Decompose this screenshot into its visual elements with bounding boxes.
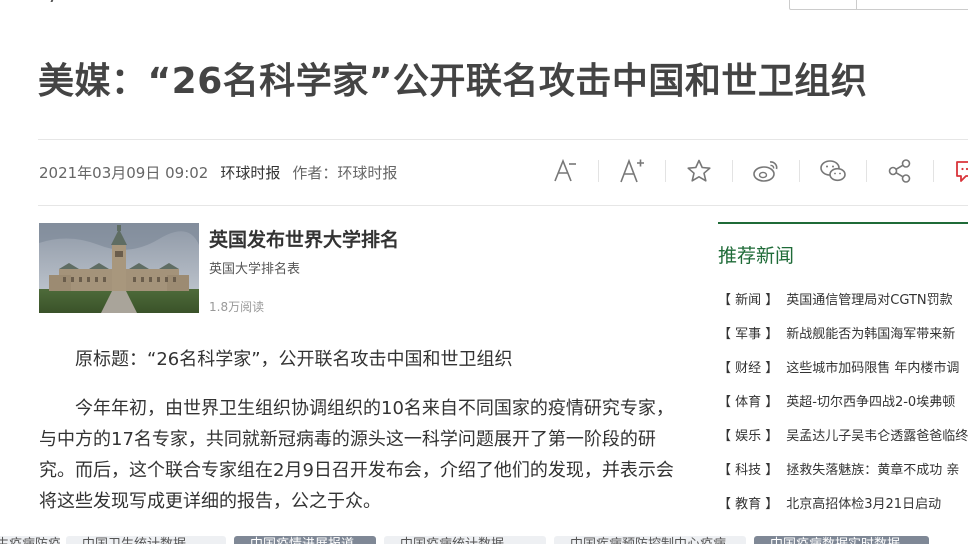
toolbar-separator	[933, 160, 934, 182]
news-title[interactable]: 新战舰能否为韩国海军带来新	[786, 323, 955, 342]
news-category[interactable]: 【 娱乐 】	[718, 425, 778, 444]
recommended-list: 【 新闻 】英国通信管理局对CGTN罚款 【 军事 】新战舰能否为韩国海军带来新…	[718, 281, 968, 519]
list-item[interactable]: 【 教育 】北京高招体检3月21日启动	[718, 485, 968, 519]
share-button[interactable]	[883, 154, 917, 188]
news-category[interactable]: 【 科技 】	[718, 459, 778, 478]
related-tag[interactable]: 中国疾病预防控制中心疫病	[554, 536, 746, 544]
related-tag[interactable]: 中国卫生统计数据	[66, 536, 226, 544]
toolbar-separator	[665, 160, 666, 182]
news-category[interactable]: 【 体育 】	[718, 391, 778, 410]
list-item[interactable]: 【 体育 】英超-切尔西争四战2-0埃弗顿	[718, 383, 968, 417]
top-logo-fragment	[50, 0, 60, 2]
wechat-share-button[interactable]	[816, 154, 850, 188]
font-decrease-icon	[554, 158, 576, 182]
news-category[interactable]: 【 教育 】	[718, 493, 778, 512]
article-meta: 2021年03月09日 09:02 环球时报 作者：环球时报	[39, 162, 397, 183]
news-title[interactable]: 英超-切尔西争四战2-0埃弗顿	[786, 391, 955, 410]
promo-subtitle: 英国大学排名表	[209, 262, 301, 277]
wechat-icon	[820, 160, 846, 182]
search-divider	[856, 0, 857, 9]
publish-datetime: 2021年03月09日 09:02	[39, 164, 209, 182]
list-item[interactable]: 【 新闻 】英国通信管理局对CGTN罚款	[718, 281, 968, 315]
list-item[interactable]: 【 娱乐 】吴孟达儿子吴韦仑透露爸爸临终	[718, 417, 968, 451]
comment-button[interactable]	[950, 154, 968, 188]
article-toolbar	[548, 153, 968, 189]
related-tag[interactable]: 中国疫情进展报道	[234, 536, 376, 544]
source-link[interactable]: 环球时报	[220, 164, 280, 182]
font-decrease-button[interactable]	[548, 154, 582, 188]
related-tags-bar: 生疫病防疫情 中国卫生统计数据 中国疫情进展报道 中国疫病统计数据 中国疾病预防…	[0, 531, 968, 544]
share-icon	[888, 159, 911, 183]
news-title[interactable]: 吴孟达儿子吴韦仑透露爸爸临终	[786, 425, 968, 444]
weibo-share-button[interactable]	[749, 154, 783, 188]
promo-title[interactable]: 英国发布世界大学排名	[209, 225, 399, 252]
author-label: 作者：环球时报	[292, 164, 398, 182]
toolbar-separator	[732, 160, 733, 182]
news-category[interactable]: 【 军事 】	[718, 323, 778, 342]
news-title[interactable]: 拯救失落魅族：黄章不成功 亲	[786, 459, 959, 478]
parliament-building-image	[39, 223, 199, 313]
recommended-header-rule	[718, 222, 968, 224]
related-tag[interactable]: 中国疫病统计数据	[384, 536, 546, 544]
toolbar-separator	[799, 160, 800, 182]
related-tag[interactable]: 中国疫病数据实时数据	[754, 536, 929, 544]
news-category[interactable]: 【 新闻 】	[718, 289, 778, 308]
list-item[interactable]: 【 军事 】新战舰能否为韩国海军带来新	[718, 315, 968, 349]
promo-thumbnail[interactable]	[39, 223, 199, 313]
article-headline: 美媒：“26名科学家”公开联名攻击中国和世卫组织	[38, 61, 868, 102]
top-search-box[interactable]	[789, 0, 968, 10]
weibo-icon	[753, 161, 778, 182]
divider-bottom	[38, 205, 968, 206]
article-paragraph: 原标题：“26名科学家”，公开联名攻击中国和世卫组织	[75, 349, 513, 370]
comment-icon	[956, 161, 968, 182]
promo-card[interactable]: 英国发布世界大学排名 英国大学排名表 1.8万阅读	[39, 223, 689, 315]
divider-top	[38, 139, 968, 140]
list-item[interactable]: 【 科技 】拯救失落魅族：黄章不成功 亲	[718, 451, 968, 485]
recommended-heading: 推荐新闻	[718, 245, 795, 267]
news-title[interactable]: 英国通信管理局对CGTN罚款	[786, 289, 952, 308]
toolbar-separator	[866, 160, 867, 182]
news-title[interactable]: 这些城市加码限售 年内楼市调	[786, 357, 959, 376]
news-title[interactable]: 北京高招体检3月21日启动	[786, 493, 941, 512]
font-increase-icon	[620, 158, 644, 183]
star-icon	[687, 159, 711, 182]
font-increase-button[interactable]	[615, 154, 649, 188]
list-item[interactable]: 【 财经 】这些城市加码限售 年内楼市调	[718, 349, 968, 383]
promo-view-count: 1.8万阅读	[209, 300, 265, 314]
favorite-button[interactable]	[682, 154, 716, 188]
recommended-news: 推荐新闻 【 新闻 】英国通信管理局对CGTN罚款 【 军事 】新战舰能否为韩国…	[718, 222, 968, 519]
news-category[interactable]: 【 财经 】	[718, 357, 778, 376]
article-paragraph: 今年年初，由世界卫生组织协调组织的10名来自不同国家的疫情研究专家，与中方的17…	[39, 398, 674, 512]
article-body: 原标题：“26名科学家”，公开联名攻击中国和世卫组织 今年年初，由世界卫生组织协…	[39, 344, 675, 535]
related-tag[interactable]: 生疫病防疫情	[0, 536, 60, 544]
toolbar-separator	[598, 160, 599, 182]
